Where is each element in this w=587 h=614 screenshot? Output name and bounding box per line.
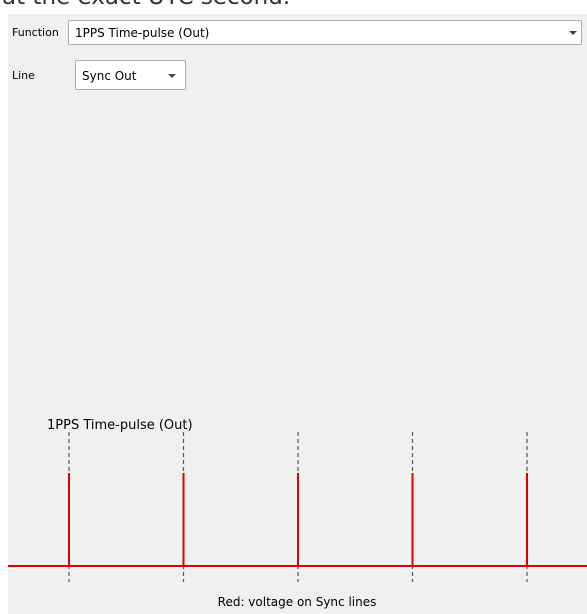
diagram-title: 1PPS Time-pulse (Out) bbox=[47, 418, 193, 433]
diagram-caption: Red: voltage on Sync lines bbox=[218, 595, 377, 609]
sync-settings-panel: Function 1PPS Time-pulse (Out) Line Sync… bbox=[8, 14, 587, 614]
pulses bbox=[68, 473, 528, 566]
page: at the exact UTC second. Function 1PPS T… bbox=[0, 0, 587, 614]
sync-signal-diagram: 1PPS Time-pulse (Out) Red: voltage on Sy… bbox=[8, 418, 587, 609]
top-caption: at the exact UTC second. bbox=[2, 0, 290, 10]
